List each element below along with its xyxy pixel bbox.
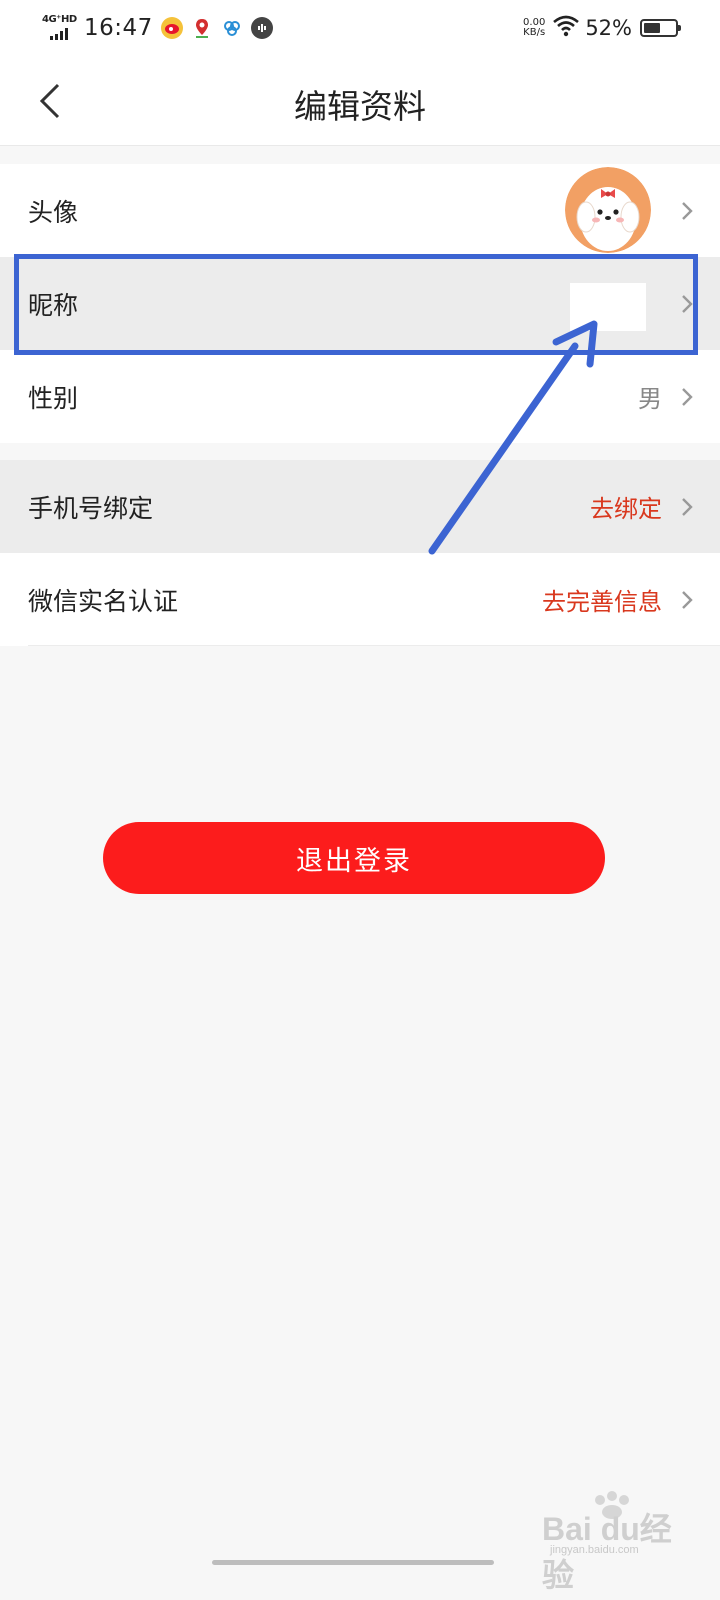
weibo-icon <box>160 17 183 39</box>
avatar-label: 头像 <box>28 197 79 227</box>
cloud-app-icon <box>221 17 243 39</box>
phone-binding-action: 去绑定 <box>590 495 662 523</box>
gender-value: 男 <box>638 385 662 413</box>
chevron-right-icon <box>682 497 693 516</box>
wechat-verify-label: 微信实名认证 <box>28 586 179 616</box>
wechat-verify-row[interactable]: 微信实名认证 去完善信息 <box>0 553 720 646</box>
net-speed: 0.00 KB/s <box>523 17 546 38</box>
chevron-right-icon <box>682 387 693 406</box>
page-title: 编辑资料 <box>294 87 426 126</box>
phone-binding-row[interactable]: 手机号绑定 去绑定 <box>0 460 720 553</box>
chevron-right-icon <box>682 201 693 220</box>
watermark-url: jingyan.baidu.com <box>550 1544 639 1556</box>
baidu-jingyan-watermark: Bai du经验 jingyan.baidu.com <box>540 1490 690 1593</box>
avatar[interactable] <box>565 167 651 253</box>
chevron-right-icon <box>682 590 693 609</box>
status-time: 16:47 <box>84 15 153 41</box>
network-type: 4G⁺HD <box>42 14 77 25</box>
gender-row[interactable]: 性别 男 <box>0 350 720 443</box>
nav-bar: 编辑资料 <box>0 56 720 146</box>
map-pin-icon <box>191 17 213 39</box>
gender-label: 性别 <box>28 383 79 413</box>
home-indicator[interactable] <box>212 1560 494 1565</box>
wifi-icon <box>553 15 580 41</box>
status-bar: 4G⁺HD 16:47 0.00 KB/s 52% <box>0 0 720 56</box>
battery-icon <box>640 19 681 37</box>
annotation-highlight-box <box>14 254 698 355</box>
list-divider <box>28 645 720 646</box>
battery-percent: 52% <box>585 16 632 40</box>
battery-level <box>644 23 660 33</box>
voice-app-icon <box>250 17 273 39</box>
wechat-verify-action: 去完善信息 <box>542 588 662 616</box>
signal-icon: 4G⁺HD <box>42 14 78 42</box>
phone-binding-label: 手机号绑定 <box>28 493 154 523</box>
logout-button[interactable]: 退出登录 <box>103 822 605 894</box>
